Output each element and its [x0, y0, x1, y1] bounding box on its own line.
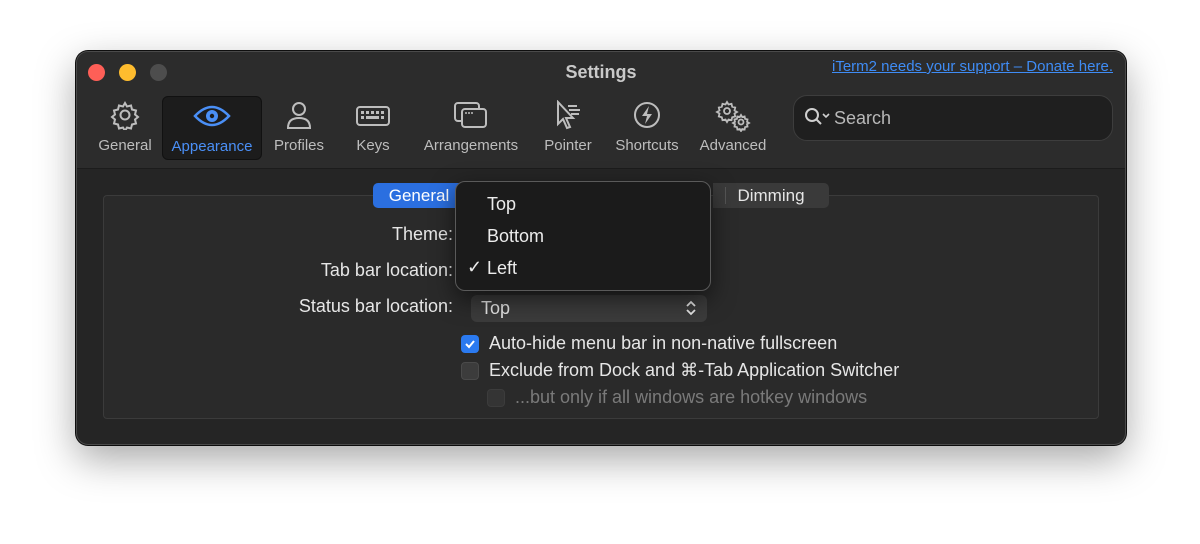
- gears-icon: [714, 100, 752, 136]
- search-input[interactable]: [832, 104, 1096, 132]
- checkmark-icon: [465, 339, 475, 348]
- toolbar-item-keys[interactable]: Keys: [339, 96, 407, 158]
- hotkey-windows-only-label: ...but only if all windows are hotkey wi…: [515, 387, 868, 407]
- toolbar-item-general[interactable]: General: [89, 96, 161, 158]
- person-icon: [285, 100, 313, 134]
- toolbar-item-shortcuts[interactable]: Shortcuts: [607, 96, 687, 158]
- menu-item-bottom[interactable]: Bottom: [456, 222, 710, 250]
- menu-item-label: Bottom: [487, 226, 545, 246]
- status-bar-location-popup[interactable]: Top: [471, 295, 707, 322]
- menu-item-label: Left: [487, 258, 518, 278]
- toolbar-label: Appearance: [171, 138, 253, 155]
- checkmark-icon: ✓: [467, 257, 483, 277]
- menu-item-label: Top: [487, 194, 517, 214]
- settings-window: Settings iTerm2 needs your support – Don…: [76, 51, 1126, 445]
- hotkey-windows-only-checkbox: [487, 388, 505, 407]
- search-icon: [804, 107, 832, 132]
- status-bar-location-value: Top: [481, 298, 511, 318]
- toolbar-label: Keys: [356, 137, 390, 154]
- menu-item-left[interactable]: ✓ Left: [456, 254, 710, 282]
- toolbar-label: Shortcuts: [615, 137, 679, 154]
- titlebar: Settings iTerm2 needs your support – Don…: [77, 52, 1125, 169]
- toolbar-item-arrangements[interactable]: Arrangements: [417, 96, 525, 158]
- tab-dimming[interactable]: Dimming: [713, 183, 829, 208]
- toolbar-item-profiles[interactable]: Profiles: [265, 96, 333, 158]
- tab-bar-location-menu: Top Bottom ✓ Left: [455, 181, 711, 291]
- auto-hide-menu-bar-row[interactable]: Auto-hide menu bar in non-native fullscr…: [461, 333, 837, 354]
- toolbar-label: Advanced: [699, 137, 767, 154]
- toolbar-label: Arrangements: [423, 137, 519, 154]
- toolbar-item-pointer[interactable]: Pointer: [537, 96, 599, 158]
- pointer-icon: [553, 99, 583, 134]
- keyboard-icon: [356, 100, 390, 134]
- hotkey-windows-only-row: ...but only if all windows are hotkey wi…: [487, 387, 867, 408]
- donate-link[interactable]: iTerm2 needs your support – Donate here.: [832, 58, 1113, 75]
- auto-hide-menu-bar-label: Auto-hide menu bar in non-native fullscr…: [489, 333, 838, 353]
- toolbar-item-appearance[interactable]: Appearance: [162, 96, 262, 160]
- tab-bar-location-label: Tab bar location:: [320, 260, 453, 280]
- toolbar-label: General: [98, 137, 152, 154]
- exclude-from-dock-label: Exclude from Dock and ⌘-Tab Application …: [489, 360, 900, 380]
- bolt-icon: [632, 100, 662, 134]
- exclude-from-dock-checkbox[interactable]: [461, 361, 479, 380]
- search-field[interactable]: [793, 95, 1113, 141]
- toolbar-item-advanced[interactable]: Advanced: [693, 96, 773, 158]
- theme-label: Theme:: [391, 224, 453, 244]
- chevron-updown-icon: [685, 300, 697, 321]
- toolbar-label: Profiles: [273, 137, 325, 154]
- gear-icon: [110, 100, 140, 134]
- menu-item-top[interactable]: Top: [456, 190, 710, 218]
- status-bar-location-label: Status bar location:: [298, 296, 453, 316]
- tab-general[interactable]: General: [373, 183, 465, 208]
- eye-icon: [193, 101, 231, 135]
- tab-divider: [725, 187, 726, 204]
- auto-hide-menu-bar-checkbox[interactable]: [461, 334, 479, 353]
- exclude-from-dock-row[interactable]: Exclude from Dock and ⌘-Tab Application …: [461, 360, 899, 381]
- toolbar-label: Pointer: [544, 137, 592, 154]
- windows-icon: [454, 100, 488, 134]
